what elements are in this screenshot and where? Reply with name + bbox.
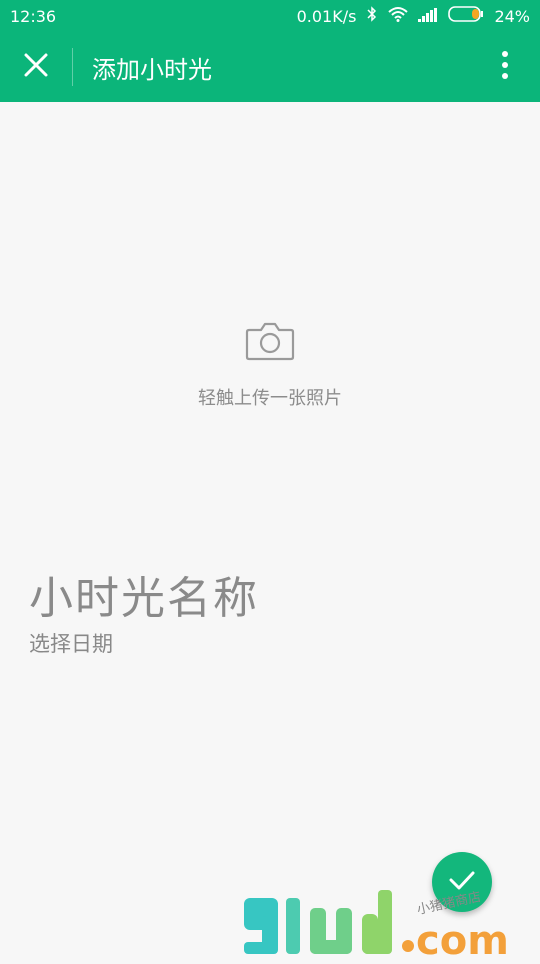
signal-icon xyxy=(418,7,438,26)
battery-icon xyxy=(448,6,484,26)
toolbar-divider xyxy=(72,48,73,86)
watermark-logo: com 小猪猪商店 xyxy=(240,880,540,964)
svg-text:com: com xyxy=(416,918,509,960)
more-options-button[interactable] xyxy=(470,32,540,102)
moment-name-input[interactable]: 小时光名称 xyxy=(29,562,259,626)
close-button[interactable] xyxy=(0,32,72,102)
bluetooth-icon xyxy=(366,6,378,26)
photo-upload-hint: 轻触上传一张照片 xyxy=(198,388,342,409)
photo-upload-area[interactable]: 轻触上传一张照片 xyxy=(0,102,540,542)
camera-icon xyxy=(245,320,295,366)
status-icons: 0.01K/s 24% xyxy=(297,6,530,26)
battery-percent: 24% xyxy=(494,6,530,26)
toolbar: 添加小时光 xyxy=(0,32,540,102)
close-icon xyxy=(23,52,49,82)
status-time: 12:36 xyxy=(10,6,57,26)
date-picker[interactable]: 选择日期 xyxy=(29,628,113,658)
page-title: 添加小时光 xyxy=(92,55,212,84)
watermark-tagline: 小猪猪商店 xyxy=(416,890,483,918)
more-vertical-icon xyxy=(501,50,509,84)
status-bar: 12:36 0.01K/s 24% xyxy=(0,0,540,32)
network-speed: 0.01K/s xyxy=(296,6,357,26)
wifi-icon xyxy=(388,6,409,26)
